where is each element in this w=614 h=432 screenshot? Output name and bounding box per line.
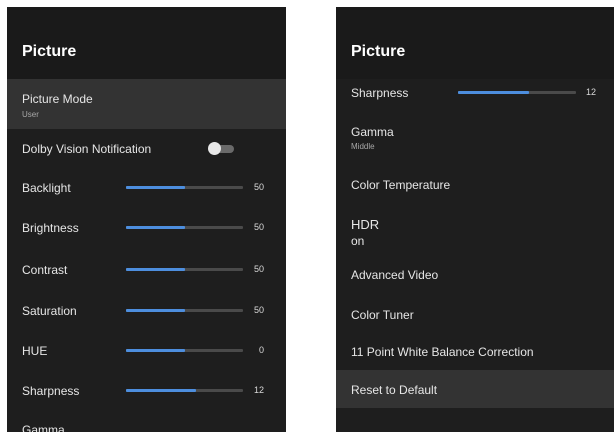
sharpness-slider[interactable] bbox=[458, 91, 576, 94]
saturation-label: Saturation bbox=[22, 304, 77, 318]
brightness-slider[interactable] bbox=[126, 226, 243, 229]
brightness-label: Brightness bbox=[22, 221, 79, 235]
slider-fill bbox=[126, 389, 197, 392]
contrast-item[interactable]: Contrast 50 bbox=[7, 254, 286, 284]
sharpness-value: 12 bbox=[585, 87, 596, 97]
sharpness-value: 12 bbox=[253, 385, 264, 395]
page-title: Picture bbox=[351, 43, 406, 60]
slider-fill bbox=[126, 349, 185, 352]
hdr-value: on bbox=[351, 234, 365, 248]
hdr-item[interactable]: HDR on bbox=[336, 209, 614, 257]
color-tuner-label: Color Tuner bbox=[351, 308, 414, 322]
picture-mode-value: User bbox=[22, 110, 39, 119]
menu-header: Picture bbox=[336, 7, 614, 79]
sharpness-item[interactable]: Sharpness 12 bbox=[7, 375, 286, 405]
backlight-label: Backlight bbox=[22, 181, 71, 195]
backlight-slider[interactable] bbox=[126, 186, 243, 189]
page-title: Picture bbox=[22, 43, 77, 60]
brightness-value: 50 bbox=[253, 222, 264, 232]
saturation-value: 50 bbox=[253, 305, 264, 315]
picture-mode-label: Picture Mode bbox=[22, 92, 93, 106]
hue-value: 0 bbox=[258, 345, 264, 355]
backlight-item[interactable]: Backlight 50 bbox=[7, 172, 286, 202]
slider-fill bbox=[126, 186, 185, 189]
saturation-item[interactable]: Saturation 50 bbox=[7, 295, 286, 325]
dolby-vision-toggle[interactable] bbox=[208, 142, 234, 155]
dolby-vision-notification-item[interactable]: Dolby Vision Notification bbox=[7, 132, 286, 164]
color-tuner-item[interactable]: Color Tuner bbox=[336, 299, 614, 329]
gamma-value: Middle bbox=[351, 142, 375, 151]
gamma-label: Gamma bbox=[351, 125, 394, 139]
sharpness-label: Sharpness bbox=[22, 384, 80, 398]
color-temperature-label: Color Temperature bbox=[351, 178, 451, 192]
dolby-vision-label: Dolby Vision Notification bbox=[22, 142, 152, 156]
contrast-label: Contrast bbox=[22, 263, 68, 277]
hue-label: HUE bbox=[22, 344, 48, 358]
slider-fill bbox=[126, 309, 185, 312]
picture-menu-left: Picture Picture Mode User Dolby Vision N… bbox=[7, 7, 286, 432]
contrast-value: 50 bbox=[253, 264, 264, 274]
hue-item[interactable]: HUE 0 bbox=[7, 335, 286, 365]
slider-fill bbox=[458, 91, 529, 94]
gamma-item[interactable]: Gamma Middle bbox=[336, 117, 614, 162]
white-balance-label: 11 Point White Balance Correction bbox=[351, 345, 534, 359]
contrast-slider[interactable] bbox=[126, 268, 243, 271]
gamma-label: Gamma bbox=[22, 423, 65, 432]
advanced-video-item[interactable]: Advanced Video bbox=[336, 259, 614, 289]
reset-to-default-item[interactable]: Reset to Default bbox=[336, 370, 614, 408]
backlight-value: 50 bbox=[253, 182, 264, 192]
sharpness-item[interactable]: Sharpness 12 bbox=[336, 79, 614, 105]
white-balance-correction-item[interactable]: 11 Point White Balance Correction bbox=[336, 335, 614, 367]
hue-slider[interactable] bbox=[126, 349, 243, 352]
advanced-video-label: Advanced Video bbox=[351, 268, 439, 282]
hdr-label: HDR bbox=[351, 217, 380, 232]
reset-label: Reset to Default bbox=[351, 383, 438, 397]
menu-header: Picture bbox=[7, 7, 286, 79]
slider-fill bbox=[126, 268, 185, 271]
picture-mode-item[interactable]: Picture Mode User bbox=[7, 79, 286, 129]
picture-menu-right: Picture Sharpness 12 Gamma Middle Color … bbox=[336, 7, 614, 432]
sharpness-slider[interactable] bbox=[126, 389, 243, 392]
gamma-item[interactable]: Gamma bbox=[7, 417, 286, 432]
sharpness-label: Sharpness bbox=[351, 86, 409, 100]
toggle-knob bbox=[208, 142, 221, 155]
color-temperature-item[interactable]: Color Temperature bbox=[336, 169, 614, 199]
slider-fill bbox=[126, 226, 185, 229]
brightness-item[interactable]: Brightness 50 bbox=[7, 212, 286, 242]
saturation-slider[interactable] bbox=[126, 309, 243, 312]
